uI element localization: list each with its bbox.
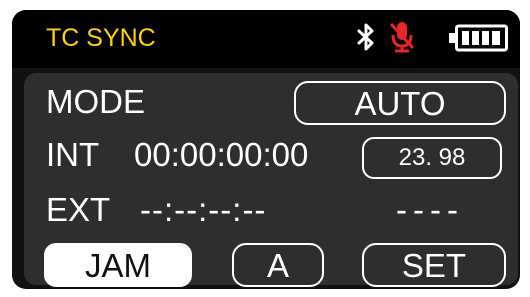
device-screen: TC SYNC MODE AUTO INT 00:00:00:00 23. 98…	[12, 10, 520, 289]
jam-button[interactable]: JAM	[44, 243, 192, 287]
mic-muted-icon	[389, 22, 415, 53]
ext-fps: ----	[396, 191, 464, 228]
ext-label: EXT	[46, 191, 111, 228]
set-button[interactable]: SET	[362, 243, 506, 287]
fps-button[interactable]: 23. 98	[362, 137, 502, 179]
a-button[interactable]: A	[232, 243, 324, 287]
int-timecode: 00:00:00:00	[134, 136, 309, 173]
settings-panel: MODE AUTO INT 00:00:00:00 23. 98 EXT --:…	[24, 73, 518, 287]
mode-label: MODE	[46, 83, 145, 120]
ext-timecode: --:--:--:--	[140, 191, 267, 228]
status-bar: TC SYNC	[12, 10, 520, 68]
battery-full-icon	[449, 24, 508, 52]
bluetooth-icon	[357, 23, 374, 51]
app-title: TC SYNC	[46, 24, 156, 52]
mode-button[interactable]: AUTO	[294, 81, 506, 125]
int-label: INT	[46, 136, 100, 173]
